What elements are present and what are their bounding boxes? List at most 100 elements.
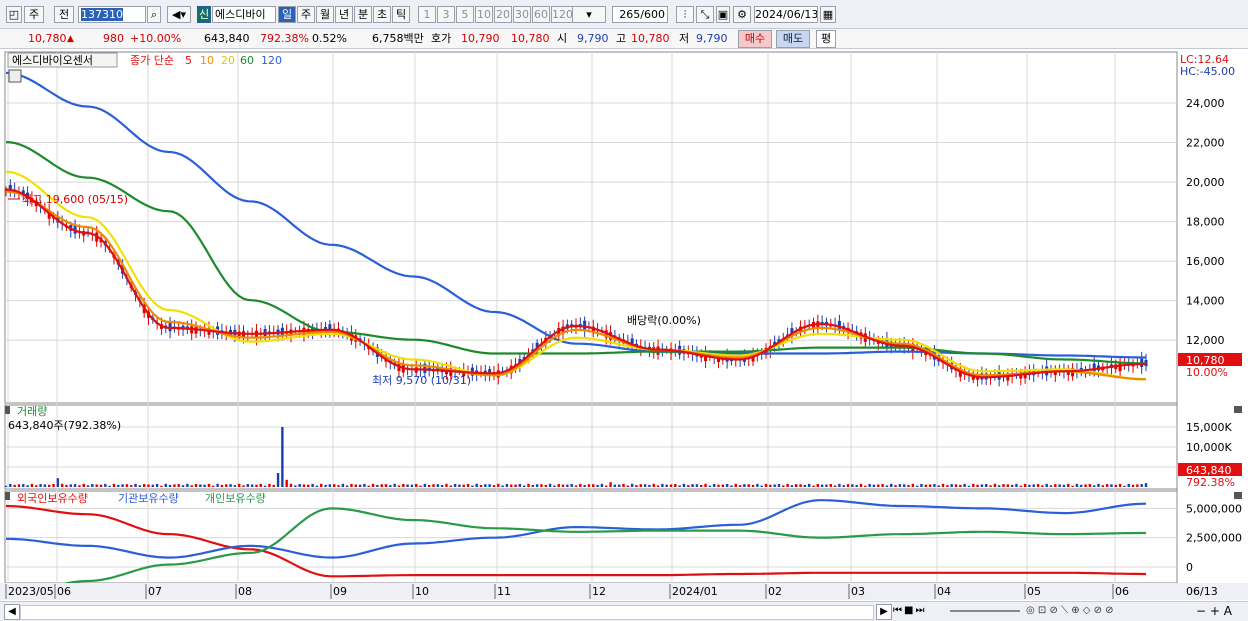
volume-bar: [52, 483, 55, 487]
minute-tab-20[interactable]: 20: [494, 6, 512, 23]
xaxis-label: 04: [937, 585, 951, 598]
window-icon[interactable]: ◰: [6, 6, 22, 23]
period-tab-0[interactable]: 일: [278, 6, 296, 23]
volume-bar: [440, 485, 444, 487]
panel-menu-icon[interactable]: [8, 69, 22, 83]
volume-title: 거래량: [17, 405, 47, 418]
period-tab-3[interactable]: 년: [335, 6, 353, 23]
ma20-label: 20: [221, 54, 235, 67]
volume-bar: [613, 484, 617, 487]
buy-button[interactable]: 매수: [738, 30, 772, 48]
period-tab-1[interactable]: 주: [297, 6, 315, 23]
minute-tab-30[interactable]: 30: [513, 6, 531, 23]
volume-bar: [941, 483, 945, 487]
volume-bar: [130, 485, 133, 487]
scroll-right-icon[interactable]: ▶: [876, 604, 892, 620]
all-button[interactable]: 전: [54, 6, 74, 23]
xaxis-label: 10: [415, 585, 429, 598]
volume-bar: [609, 482, 612, 487]
holding-close-icon[interactable]: [1234, 492, 1242, 499]
volume-bar: [125, 484, 129, 487]
holding-panel-handle[interactable]: [5, 492, 10, 500]
scroll-bar[interactable]: ◀ ▶ ⏮■⏭ ◎ ⊡ ⊘ ⟍ ⊕ ◇ ⊘ ⊘ − + A: [0, 601, 1248, 621]
volume-panel-handle[interactable]: [5, 406, 10, 414]
market-select[interactable]: 주: [24, 6, 44, 23]
toolbar: ◰ 주 전 137310 ⌕ ◀▾ 신 에스디바이 일주월년분초틱 1 3 5 10 2…: [0, 0, 1248, 29]
minute-tab-3[interactable]: 3: [437, 6, 455, 23]
volume-bar: [203, 484, 206, 487]
chart-area[interactable]: 에스디바이오센서 종가 단순 5 10 20 60 120 LC:12.64 H…: [0, 49, 1248, 601]
volume-bar: [691, 484, 694, 487]
minute-tab-10[interactable]: 10: [475, 6, 493, 23]
period-tab-2[interactable]: 월: [316, 6, 334, 23]
volume-bar: [1036, 484, 1040, 487]
volume-bar: [907, 484, 910, 487]
tool-icon[interactable]: ⤡: [696, 6, 714, 23]
date-field[interactable]: 2024/06/13: [754, 6, 818, 23]
minute-tab-1[interactable]: 1: [418, 6, 436, 23]
sell-button[interactable]: 매도: [776, 30, 810, 48]
minute-tab-120[interactable]: 120: [551, 6, 573, 23]
price-tick-label: 16,000: [1186, 255, 1225, 268]
volume-bar: [285, 479, 288, 487]
save-icon[interactable]: ▣: [716, 6, 730, 23]
volume-close-icon[interactable]: [1234, 406, 1242, 413]
volume-bar: [324, 484, 327, 487]
scroll-track[interactable]: [20, 605, 874, 620]
volume-bar: [864, 485, 867, 487]
calendar-icon[interactable]: ▦: [820, 6, 836, 23]
price-tick-label: 12,000: [1186, 334, 1225, 347]
volume-bar: [782, 485, 785, 487]
volume-bar: [687, 485, 690, 487]
volume-bar: [225, 484, 228, 487]
up-arrow-icon: ▲: [67, 34, 74, 44]
volume-bar: [138, 485, 142, 487]
period-tab-5[interactable]: 초: [373, 6, 391, 23]
volume-bar: [397, 485, 401, 487]
high-label: 고: [616, 32, 627, 45]
period-tab-4[interactable]: 분: [354, 6, 372, 23]
candle-body: [168, 322, 172, 332]
volume-bar: [363, 483, 366, 487]
minute-tab-60[interactable]: 60: [532, 6, 550, 23]
speaker-icon[interactable]: ◀▾: [167, 6, 191, 23]
scroll-left-icon[interactable]: ◀: [4, 604, 20, 620]
code-input[interactable]: 137310: [78, 6, 146, 23]
volume-bar: [177, 484, 180, 487]
volume-bar: [704, 483, 707, 487]
price-tick-label: 24,000: [1186, 97, 1225, 110]
volume-bar: [419, 485, 422, 487]
search-icon[interactable]: ⌕: [147, 6, 161, 23]
volume-bar: [263, 485, 267, 487]
volume-bar: [142, 484, 146, 487]
minute-dropdown[interactable]: ▾: [572, 6, 606, 23]
turnover-pct: 0.52%: [312, 32, 347, 45]
count-field[interactable]: 265/600: [612, 6, 668, 23]
drawing-tools[interactable]: ◎ ⊡ ⊘ ⟍ ⊕ ◇ ⊘ ⊘: [1026, 604, 1186, 618]
volume-bar: [423, 483, 427, 487]
volume-bar: [1105, 484, 1109, 487]
eval-button[interactable]: 평: [816, 30, 836, 48]
zoom-slider[interactable]: [950, 610, 1020, 612]
volume-bar: [86, 485, 90, 487]
playback-controls[interactable]: ⏮■⏭: [893, 604, 943, 618]
period-tab-6[interactable]: 틱: [392, 6, 410, 23]
minute-tab-5[interactable]: 5: [456, 6, 474, 23]
volume-bar: [1062, 484, 1066, 487]
volume-bar: [91, 484, 94, 487]
gear-icon[interactable]: ⚙: [733, 6, 751, 23]
volume-bar: [367, 485, 370, 487]
volume-bar: [268, 483, 271, 487]
volume-bar: [544, 485, 547, 487]
volume-bar: [933, 484, 936, 487]
new-badge: 신: [197, 6, 211, 23]
foreign-legend: 외국인보유수량: [17, 492, 88, 505]
volume-bar: [315, 485, 319, 487]
volume-bar: [298, 484, 301, 487]
volume-bar: [237, 483, 241, 487]
candle-icon[interactable]: ⫶: [676, 6, 694, 23]
volume-bar: [65, 484, 68, 487]
dividend-annotation: 배당락(0.00%): [627, 314, 701, 327]
zoom-controls[interactable]: − + A: [1196, 603, 1246, 619]
volume-bar: [1028, 484, 1031, 487]
